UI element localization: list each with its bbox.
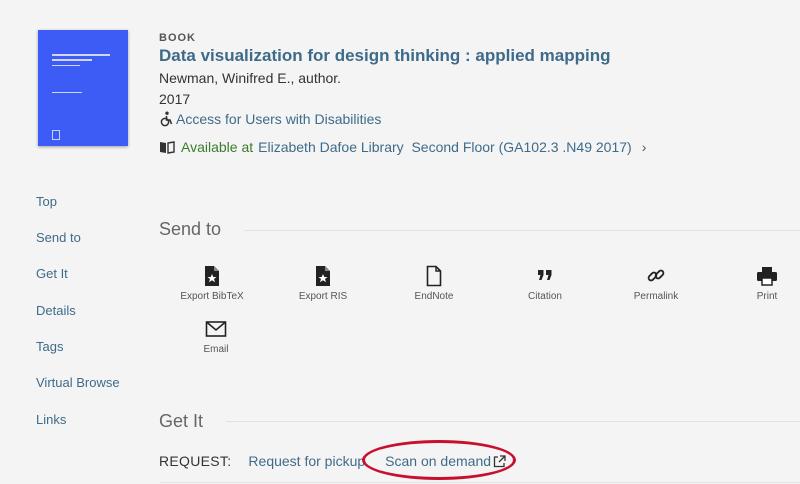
export-ris-button[interactable]: Export RIS (278, 265, 368, 302)
request-pickup-link[interactable]: Request for pickup (248, 453, 365, 469)
permalink-label: Permalink (633, 291, 679, 302)
record-title[interactable]: Data visualization for design thinking :… (159, 46, 610, 66)
print-button[interactable]: Print (722, 265, 800, 302)
sidebar-item-links[interactable]: Links (36, 412, 66, 427)
document-icon (426, 265, 442, 287)
get-it-heading: Get It (159, 411, 204, 431)
book-cover-thumbnail[interactable] (38, 30, 128, 146)
export-ris-label: Export RIS (298, 291, 348, 302)
get-it-divider (226, 421, 800, 422)
accessibility-link-label: Access for Users with Disabilities (176, 111, 382, 127)
citation-button[interactable]: Citation (500, 265, 590, 302)
export-bibtex-label: Export BibTeX (180, 291, 244, 302)
availability-line[interactable]: Available at Elizabeth Dafoe Library Sec… (159, 139, 646, 155)
email-button[interactable]: Email (171, 318, 261, 355)
send-to-divider (244, 230, 800, 231)
availability-status: Available at (181, 139, 254, 155)
endnote-button[interactable]: EndNote (389, 265, 479, 302)
sidebar-item-get-it[interactable]: Get It (36, 266, 68, 281)
request-label: REQUEST: (159, 453, 232, 469)
record-year: 2017 (159, 91, 191, 107)
print-label: Print (756, 291, 778, 302)
export-bibtex-icon (205, 266, 219, 286)
sidebar-item-tags[interactable]: Tags (36, 339, 63, 354)
permalink-button[interactable]: Permalink (611, 265, 701, 302)
sidebar-item-send-to[interactable]: Send to (36, 230, 81, 245)
availability-location: Elizabeth Dafoe Library Second Floor (GA… (258, 139, 632, 155)
send-to-heading: Send to (159, 219, 222, 239)
sidebar-item-virtual-browse[interactable]: Virtual Browse (36, 375, 120, 390)
endnote-label: EndNote (414, 291, 454, 302)
quote-icon (538, 270, 552, 280)
printer-icon (757, 267, 777, 286)
export-bibtex-button[interactable]: Export BibTeX (167, 265, 257, 302)
sidebar-item-details[interactable]: Details (36, 303, 76, 318)
wheelchair-icon (160, 111, 173, 127)
accessibility-link[interactable]: Access for Users with Disabilities (159, 111, 381, 127)
highlight-circle-annotation (362, 440, 516, 480)
export-ris-icon (316, 266, 330, 286)
bottom-divider (159, 482, 800, 483)
envelope-icon (205, 321, 227, 337)
email-label: Email (203, 344, 229, 355)
citation-label: Citation (528, 291, 562, 302)
open-book-icon (160, 140, 175, 154)
link-icon (647, 269, 665, 282)
chevron-right-icon[interactable]: › (642, 139, 647, 155)
record-author: Newman, Winifred E., author. (159, 70, 342, 86)
sidebar-item-top[interactable]: Top (36, 194, 57, 209)
resource-type: BOOK (159, 32, 196, 44)
